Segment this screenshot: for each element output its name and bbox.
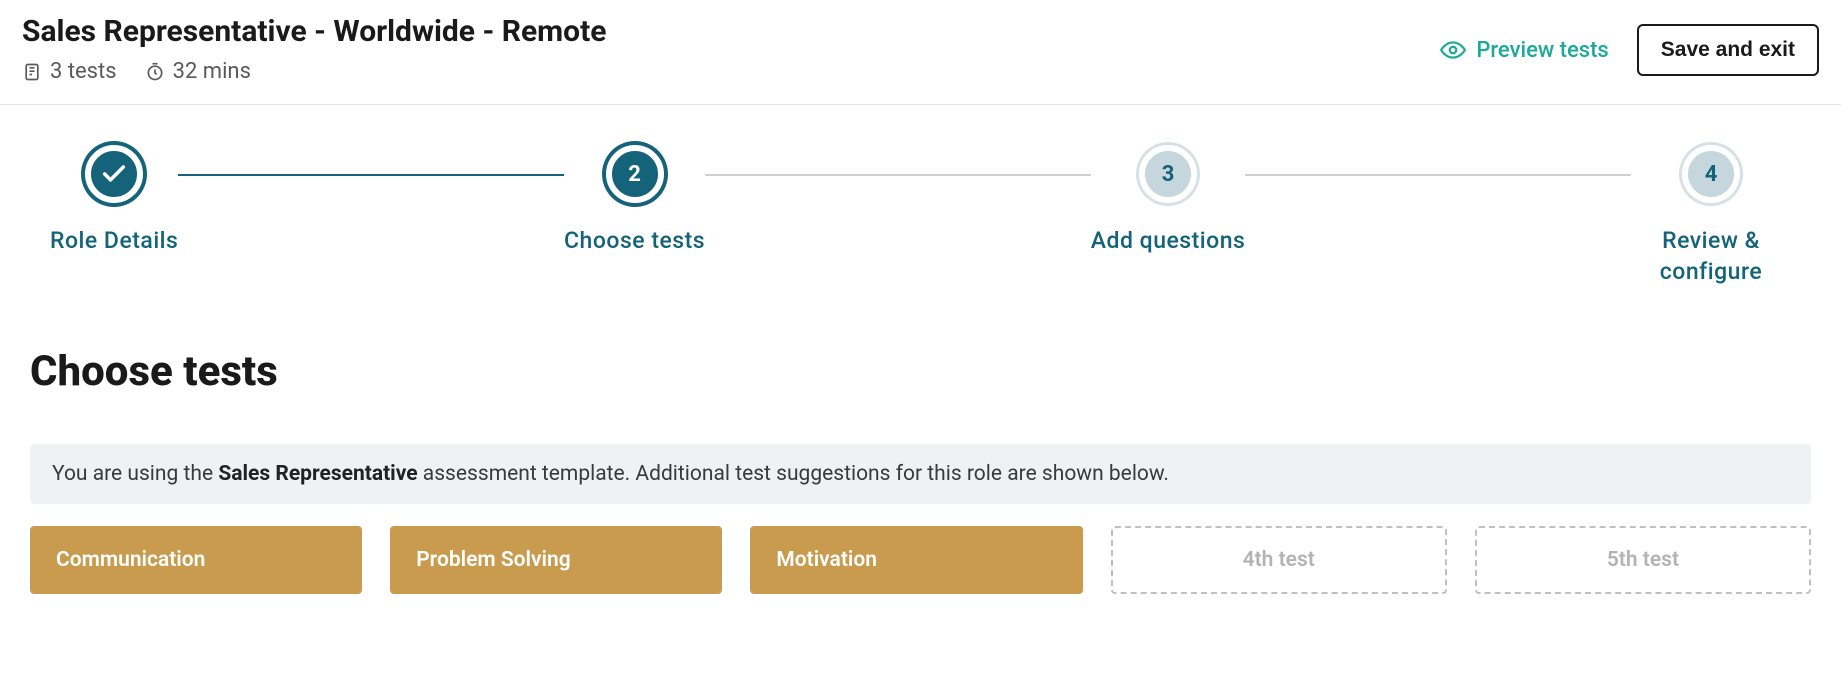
- test-label: 4th test: [1243, 548, 1315, 572]
- test-slot-empty[interactable]: 5th test: [1475, 526, 1811, 594]
- banner-text-post: assessment template. Additional test sug…: [418, 462, 1169, 486]
- test-card[interactable]: Communication: [30, 526, 362, 594]
- step-label: Add questions: [1091, 225, 1246, 256]
- test-card[interactable]: Motivation: [750, 526, 1082, 594]
- test-label: 5th test: [1607, 548, 1679, 572]
- tests-count-text: 3 tests: [50, 59, 117, 84]
- step-connector: [705, 174, 1091, 176]
- save-and-exit-button[interactable]: Save and exit: [1637, 24, 1819, 76]
- preview-tests-label: Preview tests: [1476, 38, 1608, 63]
- preview-tests-link[interactable]: Preview tests: [1440, 37, 1608, 63]
- header-meta: 3 tests 32 mins: [22, 59, 606, 84]
- step-circle: [85, 145, 143, 203]
- step-label: Review & configure: [1631, 225, 1791, 287]
- step-connector: [1245, 174, 1631, 176]
- header-left: Sales Representative - Worldwide - Remot…: [22, 14, 606, 84]
- step-4[interactable]: 4 Review & configure: [1631, 145, 1791, 287]
- clock-icon: [145, 62, 165, 82]
- tests-row: Communication Problem Solving Motivation 4t…: [30, 526, 1811, 594]
- test-label: Communication: [56, 548, 205, 572]
- page-heading: Choose tests: [30, 347, 1811, 396]
- duration-text: 32 mins: [173, 59, 251, 84]
- template-info-banner: You are using the Sales Representative a…: [30, 444, 1811, 504]
- duration: 32 mins: [145, 59, 251, 84]
- test-slot-empty[interactable]: 4th test: [1111, 526, 1447, 594]
- header-right: Preview tests Save and exit: [1440, 24, 1819, 76]
- eye-icon: [1440, 37, 1466, 63]
- step-connector: [178, 174, 564, 176]
- assessment-title: Sales Representative - Worldwide - Remot…: [22, 14, 606, 49]
- step-circle: 3: [1139, 145, 1197, 203]
- check-icon: [100, 160, 128, 188]
- step-circle: 4: [1682, 145, 1740, 203]
- step-circle: 2: [606, 145, 664, 203]
- test-label: Problem Solving: [416, 548, 570, 572]
- stepper: Role Details 2 Choose tests 3 Add questions 4…: [0, 105, 1841, 307]
- page-header: Sales Representative - Worldwide - Remot…: [0, 0, 1841, 105]
- main-content: Choose tests You are using the Sales Rep…: [0, 307, 1841, 624]
- tests-count: 3 tests: [22, 59, 117, 84]
- banner-text-pre: You are using the: [52, 462, 218, 486]
- test-card[interactable]: Problem Solving: [390, 526, 722, 594]
- step-2[interactable]: 2 Choose tests: [564, 145, 705, 256]
- step-label: Role Details: [50, 225, 178, 256]
- step-3[interactable]: 3 Add questions: [1091, 145, 1246, 256]
- banner-text-bold: Sales Representative: [218, 462, 417, 486]
- step-label: Choose tests: [564, 225, 705, 256]
- tests-icon: [22, 62, 42, 82]
- step-1[interactable]: Role Details: [50, 145, 178, 256]
- test-label: Motivation: [776, 548, 877, 572]
